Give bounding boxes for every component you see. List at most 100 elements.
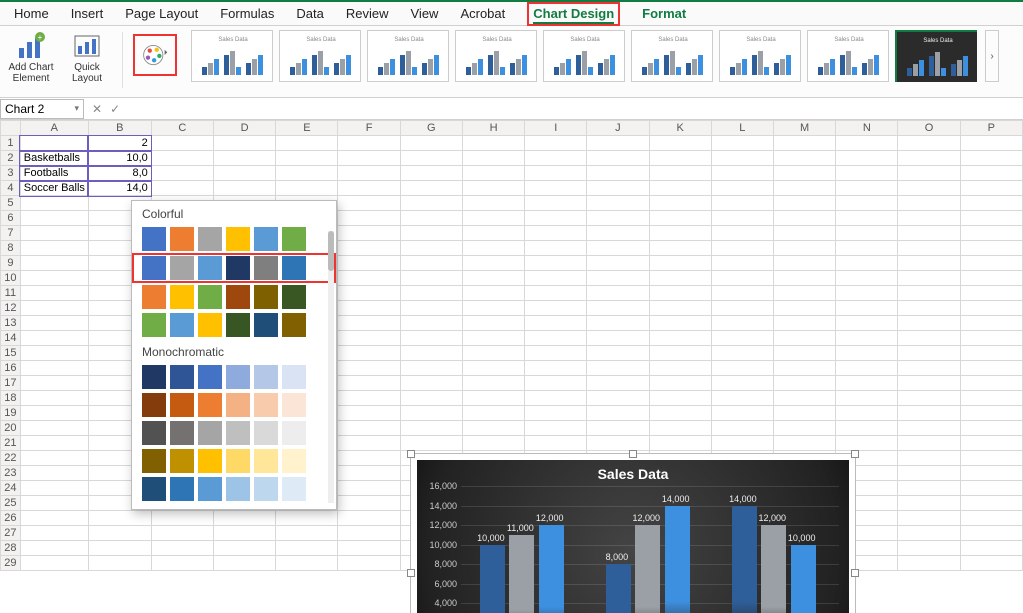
cell[interactable]: [960, 241, 1022, 256]
cell[interactable]: [773, 151, 835, 166]
column-header[interactable]: H: [462, 121, 524, 136]
cell[interactable]: [773, 226, 835, 241]
tab-data[interactable]: Data: [296, 6, 323, 21]
cell[interactable]: [20, 136, 88, 151]
cell[interactable]: [649, 211, 711, 226]
tab-format[interactable]: Format: [642, 6, 686, 21]
cell[interactable]: [711, 301, 773, 316]
cell[interactable]: [338, 496, 400, 511]
cell[interactable]: [400, 256, 462, 271]
cell[interactable]: [960, 346, 1022, 361]
chart-bar[interactable]: [606, 564, 631, 613]
cell[interactable]: [898, 556, 960, 571]
cell[interactable]: [773, 361, 835, 376]
cell[interactable]: [898, 466, 960, 481]
cell[interactable]: [587, 226, 649, 241]
color-scheme-option[interactable]: [132, 363, 336, 391]
chart-bar[interactable]: [539, 525, 564, 613]
column-header[interactable]: J: [587, 121, 649, 136]
row-header[interactable]: 10: [1, 271, 21, 286]
cell[interactable]: [88, 511, 151, 526]
cell[interactable]: [711, 391, 773, 406]
row-header[interactable]: 6: [1, 211, 21, 226]
color-panel-scrollbar[interactable]: [328, 231, 334, 503]
chart-style-thumb[interactable]: Sales Data: [631, 30, 713, 82]
cell[interactable]: [400, 316, 462, 331]
cell[interactable]: [898, 301, 960, 316]
cell[interactable]: [525, 166, 587, 181]
cell[interactable]: [462, 181, 524, 196]
chart-bar[interactable]: [791, 545, 816, 613]
row-header[interactable]: 16: [1, 361, 21, 376]
column-header[interactable]: O: [898, 121, 960, 136]
cell[interactable]: [20, 406, 88, 421]
cell[interactable]: [649, 136, 711, 151]
color-scheme-option[interactable]: [132, 447, 336, 475]
name-box[interactable]: Chart 2: [0, 99, 84, 119]
chart-title[interactable]: Sales Data: [417, 460, 849, 482]
column-header[interactable]: B: [88, 121, 151, 136]
color-scheme-option[interactable]: [132, 225, 336, 253]
cell[interactable]: [898, 406, 960, 421]
cell[interactable]: [400, 286, 462, 301]
cell[interactable]: [960, 301, 1022, 316]
row-header[interactable]: 23: [1, 466, 21, 481]
tab-chart-design[interactable]: Chart Design: [533, 6, 614, 24]
cell[interactable]: [960, 151, 1022, 166]
cell[interactable]: [649, 316, 711, 331]
cell[interactable]: [960, 436, 1022, 451]
chart-style-thumb[interactable]: Sales Data: [191, 30, 273, 82]
cell[interactable]: [587, 406, 649, 421]
cell[interactable]: [88, 541, 151, 556]
cell[interactable]: [338, 211, 400, 226]
column-header[interactable]: E: [276, 121, 338, 136]
cell[interactable]: [773, 256, 835, 271]
cell[interactable]: [898, 256, 960, 271]
cell[interactable]: [338, 181, 400, 196]
cell[interactable]: [525, 271, 587, 286]
row-header[interactable]: 2: [1, 151, 21, 166]
cell[interactable]: [462, 391, 524, 406]
cell[interactable]: [711, 136, 773, 151]
cell[interactable]: [836, 301, 898, 316]
column-header[interactable]: G: [400, 121, 462, 136]
cell[interactable]: [88, 556, 151, 571]
cell[interactable]: [462, 256, 524, 271]
cell[interactable]: [960, 256, 1022, 271]
color-scheme-option[interactable]: [132, 253, 336, 283]
chart-style-thumb[interactable]: Sales Data: [719, 30, 801, 82]
cell[interactable]: [960, 166, 1022, 181]
cell[interactable]: [836, 286, 898, 301]
tab-view[interactable]: View: [411, 6, 439, 21]
cell[interactable]: 8,0: [88, 166, 151, 181]
cell[interactable]: [338, 376, 400, 391]
cell[interactable]: [462, 241, 524, 256]
cell[interactable]: 14,0: [88, 181, 151, 196]
cell[interactable]: [836, 256, 898, 271]
cell[interactable]: [88, 526, 151, 541]
cell[interactable]: [525, 241, 587, 256]
cell[interactable]: [151, 556, 213, 571]
chart-style-thumb[interactable]: Sales Data: [455, 30, 537, 82]
cell[interactable]: [836, 421, 898, 436]
cell[interactable]: [400, 166, 462, 181]
cell[interactable]: [898, 391, 960, 406]
cell[interactable]: [20, 361, 88, 376]
row-header[interactable]: 12: [1, 301, 21, 316]
row-header[interactable]: 8: [1, 241, 21, 256]
cell[interactable]: [773, 346, 835, 361]
cell[interactable]: [462, 316, 524, 331]
cell[interactable]: [462, 196, 524, 211]
cell[interactable]: [898, 331, 960, 346]
cell[interactable]: [898, 316, 960, 331]
color-scheme-option[interactable]: [132, 475, 336, 503]
cell[interactable]: [400, 151, 462, 166]
cell[interactable]: [649, 196, 711, 211]
cell[interactable]: [276, 556, 338, 571]
row-header[interactable]: 3: [1, 166, 21, 181]
cell[interactable]: [649, 331, 711, 346]
cell[interactable]: [960, 136, 1022, 151]
cell[interactable]: [338, 151, 400, 166]
cell[interactable]: [338, 406, 400, 421]
cell[interactable]: [960, 451, 1022, 466]
